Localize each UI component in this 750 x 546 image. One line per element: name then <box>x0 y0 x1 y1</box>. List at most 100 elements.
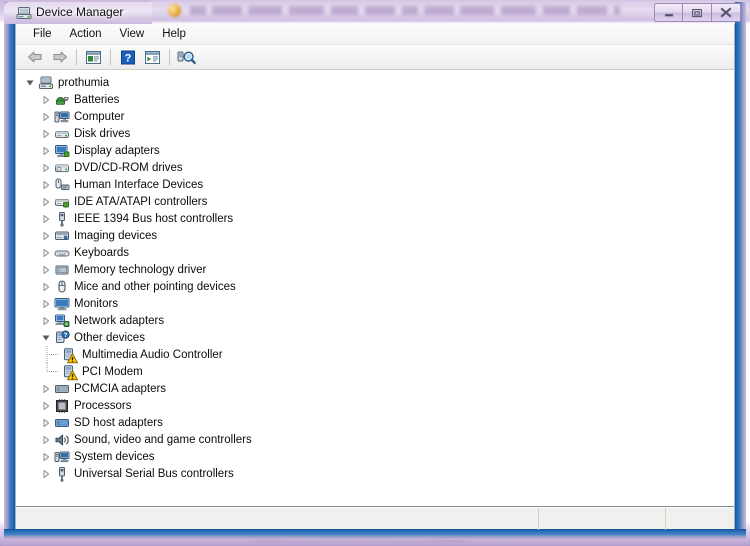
ieee1394-icon <box>54 211 70 227</box>
processor-icon <box>54 398 70 414</box>
tree-node-label: PCI Modem <box>82 365 143 378</box>
twisty-collapsed-icon[interactable] <box>38 414 54 431</box>
properties-button[interactable] <box>81 46 106 69</box>
tree-node-imaging-devices[interactable]: Imaging devices <box>16 227 734 244</box>
ide-controller-icon <box>54 194 70 210</box>
tree-node-ide-ata-atapi-controllers[interactable]: IDE ATA/ATAPI controllers <box>16 193 734 210</box>
tree-node-system-devices[interactable]: System devices <box>16 448 734 465</box>
computer-node-icon <box>38 75 54 91</box>
tree-node-label: Processors <box>74 399 132 412</box>
device-manager-icon <box>16 6 32 20</box>
tree-node-ieee-1394-bus-host-controllers[interactable]: IEEE 1394 Bus host controllers <box>16 210 734 227</box>
tree-node-label: PCMCIA adapters <box>74 382 167 395</box>
tree-node-multimedia-audio-controller[interactable]: Multimedia Audio Controller <box>16 346 734 363</box>
sound-video-game-icon <box>54 432 70 448</box>
twisty-collapsed-icon[interactable] <box>38 465 54 482</box>
twisty-collapsed-icon[interactable] <box>38 431 54 448</box>
twisty-collapsed-icon[interactable] <box>38 142 54 159</box>
restore-button[interactable] <box>683 3 712 22</box>
tree-node-label: Memory technology driver <box>74 263 207 276</box>
tree-node-label: System devices <box>74 450 155 463</box>
tree-node-computer[interactable]: Computer <box>16 108 734 125</box>
twisty-collapsed-icon[interactable] <box>38 295 54 312</box>
tree-node-label: Monitors <box>74 297 119 310</box>
tree-node-label: SD host adapters <box>74 416 163 429</box>
tree-node-universal-serial-bus-controllers[interactable]: Universal Serial Bus controllers <box>16 465 734 482</box>
tree-node-pcmcia-adapters[interactable]: PCMCIA adapters <box>16 380 734 397</box>
display-adapter-icon <box>54 143 70 159</box>
menu-action[interactable]: Action <box>61 26 111 42</box>
twisty-collapsed-icon[interactable] <box>38 108 54 125</box>
twisty-collapsed-icon[interactable] <box>38 244 54 261</box>
tree-node-sound-video-and-game-controllers[interactable]: Sound, video and game controllers <box>16 431 734 448</box>
tree-node-label: DVD/CD-ROM drives <box>74 161 183 174</box>
show-hide-console-tree-button[interactable] <box>140 46 165 69</box>
tree-node-root[interactable]: prothumia <box>16 74 734 91</box>
status-bar <box>16 507 734 530</box>
window-title: Device Manager <box>36 5 124 19</box>
tree-node-pci-modem[interactable]: PCI Modem <box>16 363 734 380</box>
sd-host-adapter-icon <box>54 415 70 431</box>
twisty-collapsed-icon[interactable] <box>38 210 54 227</box>
tree-node-display-adapters[interactable]: Display adapters <box>16 142 734 159</box>
tree-node-label: Batteries <box>74 93 120 106</box>
twisty-collapsed-icon[interactable] <box>38 91 54 108</box>
system-device-icon <box>54 449 70 465</box>
help-button[interactable]: ? <box>115 46 140 69</box>
svg-text:?: ? <box>124 52 131 64</box>
tree-node-label: Sound, video and game controllers <box>74 433 252 446</box>
twisty-collapsed-icon[interactable] <box>38 261 54 278</box>
twisty-collapsed-icon[interactable] <box>38 278 54 295</box>
device-tree-panel[interactable]: prothumia Batteries Computer Disk drives Dis… <box>16 70 734 507</box>
device-manager-window: Device Manager File Action View Help ? p… <box>4 2 746 540</box>
tree-node-label: Multimedia Audio Controller <box>82 348 223 361</box>
twisty-collapsed-icon[interactable] <box>38 397 54 414</box>
tree-node-memory-technology-driver[interactable]: Memory technology driver <box>16 261 734 278</box>
tree-node-label: Human Interface Devices <box>74 178 204 191</box>
twisty-collapsed-icon[interactable] <box>38 448 54 465</box>
minimize-button[interactable] <box>654 3 683 22</box>
window-border-right <box>735 2 746 540</box>
twisty-collapsed-icon[interactable] <box>38 193 54 210</box>
pcmcia-adapter-icon <box>54 381 70 397</box>
status-pane-main <box>16 508 539 530</box>
tree-node-network-adapters[interactable]: Network adapters <box>16 312 734 329</box>
close-button[interactable] <box>712 3 741 22</box>
mmc-client-area: File Action View Help ? prothumia Batter… <box>15 24 735 530</box>
twisty-collapsed-icon[interactable] <box>38 227 54 244</box>
twisty-collapsed-icon[interactable] <box>38 176 54 193</box>
monitor-icon <box>54 296 70 312</box>
menu-help[interactable]: Help <box>153 26 195 42</box>
menu-file[interactable]: File <box>24 26 61 42</box>
twisty-collapsed-icon[interactable] <box>38 159 54 176</box>
scan-hardware-changes-button[interactable] <box>174 46 199 69</box>
tree-node-keyboards[interactable]: Keyboards <box>16 244 734 261</box>
tree-node-sd-host-adapters[interactable]: SD host adapters <box>16 414 734 431</box>
twisty-collapsed-icon[interactable] <box>38 312 54 329</box>
twisty-collapsed-icon[interactable] <box>38 125 54 142</box>
toolbar-separator-3 <box>169 49 170 65</box>
status-pane-2 <box>539 508 666 530</box>
tree-node-label: Mice and other pointing devices <box>74 280 236 293</box>
tree-node-batteries[interactable]: Batteries <box>16 91 734 108</box>
tree-node-human-interface-devices[interactable]: Human Interface Devices <box>16 176 734 193</box>
tree-node-label: Other devices <box>74 331 145 344</box>
tree-node-label: IEEE 1394 Bus host controllers <box>74 212 234 225</box>
unknown-device-icon <box>62 347 78 363</box>
tree-node-disk-drives[interactable]: Disk drives <box>16 125 734 142</box>
title-bar[interactable]: Device Manager <box>4 2 746 24</box>
twisty-expanded-icon[interactable] <box>22 74 38 91</box>
back-button[interactable] <box>22 46 47 69</box>
tree-node-label: Imaging devices <box>74 229 158 242</box>
dvd-cdrom-icon <box>54 160 70 176</box>
tree-node-dvd-cd-rom-drives[interactable]: DVD/CD-ROM drives <box>16 159 734 176</box>
tree-node-mice-and-other-pointing-devices[interactable]: Mice and other pointing devices <box>16 278 734 295</box>
tree-node-other-devices[interactable]: ? Other devices <box>16 329 734 346</box>
twisty-expanded-icon[interactable] <box>38 329 54 346</box>
tree-node-processors[interactable]: Processors <box>16 397 734 414</box>
tree-node-label: prothumia <box>58 76 110 89</box>
forward-button[interactable] <box>47 46 72 69</box>
twisty-collapsed-icon[interactable] <box>38 380 54 397</box>
tree-node-monitors[interactable]: Monitors <box>16 295 734 312</box>
menu-view[interactable]: View <box>111 26 154 42</box>
